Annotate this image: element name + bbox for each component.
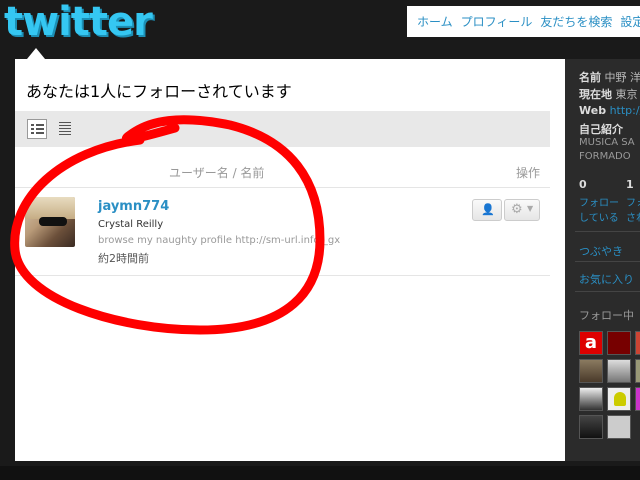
divider	[575, 231, 640, 232]
followers-label-2[interactable]: され	[626, 209, 640, 224]
followers-label[interactable]: フォ	[626, 194, 640, 209]
avatar[interactable]	[579, 359, 603, 383]
list-view-icon[interactable]	[27, 119, 47, 139]
sidebar-name-value: 中野 洋	[604, 71, 640, 84]
chevron-down-icon: ▼	[527, 204, 534, 213]
follower-screen-name[interactable]: jaymn774	[98, 199, 169, 214]
followers-panel: あなたは1人にフォローされています ユーザー名 / 名前 操作 jaymn774…	[15, 59, 565, 461]
nav-settings[interactable]: 設定	[620, 13, 640, 30]
column-headers: ユーザー名 / 名前 操作	[15, 164, 550, 184]
sidebar-location-value: 東京	[615, 88, 638, 101]
sidebar-bio-label: 自己紹介	[579, 123, 623, 136]
action-menu-button[interactable]: ⚙ ▼	[504, 199, 540, 221]
twitter-logo[interactable]: twitter	[0, 0, 174, 44]
follower-bio: browse my naughty profile http://sm-url.…	[98, 235, 341, 246]
avatar[interactable]	[607, 359, 631, 383]
sidebar-bio-line-1: MUSICA SA	[579, 137, 635, 148]
sidebar-web-link[interactable]: http://b	[610, 104, 640, 117]
avatar[interactable]	[579, 387, 603, 411]
follow-button[interactable]: 👤	[472, 199, 502, 221]
tweets-link[interactable]: つぶやき	[579, 243, 623, 259]
avatar[interactable]	[607, 387, 631, 411]
nav-find-friends[interactable]: 友だちを検索	[540, 13, 612, 30]
avatar[interactable]	[579, 415, 603, 439]
follower-full-name: Crystal Reilly	[98, 219, 164, 230]
avatar[interactable]	[635, 331, 640, 355]
compact-view-icon[interactable]	[55, 119, 75, 139]
profile-sidebar: 名前 中野 洋 現在地 東京 Web http://b 自己紹介 MUSICA …	[565, 59, 640, 461]
bubble-pointer	[27, 48, 45, 59]
sidebar-location-label: 現在地	[579, 88, 612, 101]
gear-icon: ⚙	[511, 202, 523, 217]
avatar[interactable]	[635, 387, 640, 411]
divider	[575, 291, 640, 292]
avatar[interactable]	[25, 197, 75, 247]
view-toolbar	[15, 111, 550, 147]
avatar[interactable]	[607, 415, 631, 439]
favorites-link[interactable]: お気に入り	[579, 271, 634, 287]
following-label[interactable]: フォロー	[579, 194, 619, 209]
top-navigation: ホーム プロフィール 友だちを検索 設定	[407, 6, 640, 37]
divider	[15, 187, 550, 188]
avatar[interactable]	[607, 331, 631, 355]
follower-row: jaymn774 Crystal Reilly browse my naught…	[15, 189, 550, 275]
column-action: 操作	[515, 166, 540, 180]
avatar[interactable]: a	[579, 331, 603, 355]
nav-profile[interactable]: プロフィール	[461, 13, 533, 30]
sidebar-bio-line-2: FORMADO	[579, 151, 631, 162]
divider	[575, 261, 640, 262]
followers-count[interactable]: 1	[626, 178, 634, 191]
footer-bar	[0, 466, 640, 480]
following-section-title: フォロー中	[579, 309, 634, 322]
divider	[15, 275, 550, 276]
sidebar-web-label: Web	[579, 104, 607, 117]
column-username: ユーザー名 / 名前	[169, 166, 265, 180]
following-count[interactable]: 0	[579, 178, 587, 191]
avatar[interactable]	[635, 359, 640, 383]
add-user-icon: 👤	[481, 203, 495, 216]
sidebar-name-label: 名前	[579, 71, 601, 84]
following-label-2[interactable]: している	[579, 209, 619, 224]
nav-home[interactable]: ホーム	[417, 13, 453, 30]
follower-timestamp: 約2時間前	[98, 252, 149, 265]
page-title: あなたは1人にフォローされています	[26, 82, 292, 101]
